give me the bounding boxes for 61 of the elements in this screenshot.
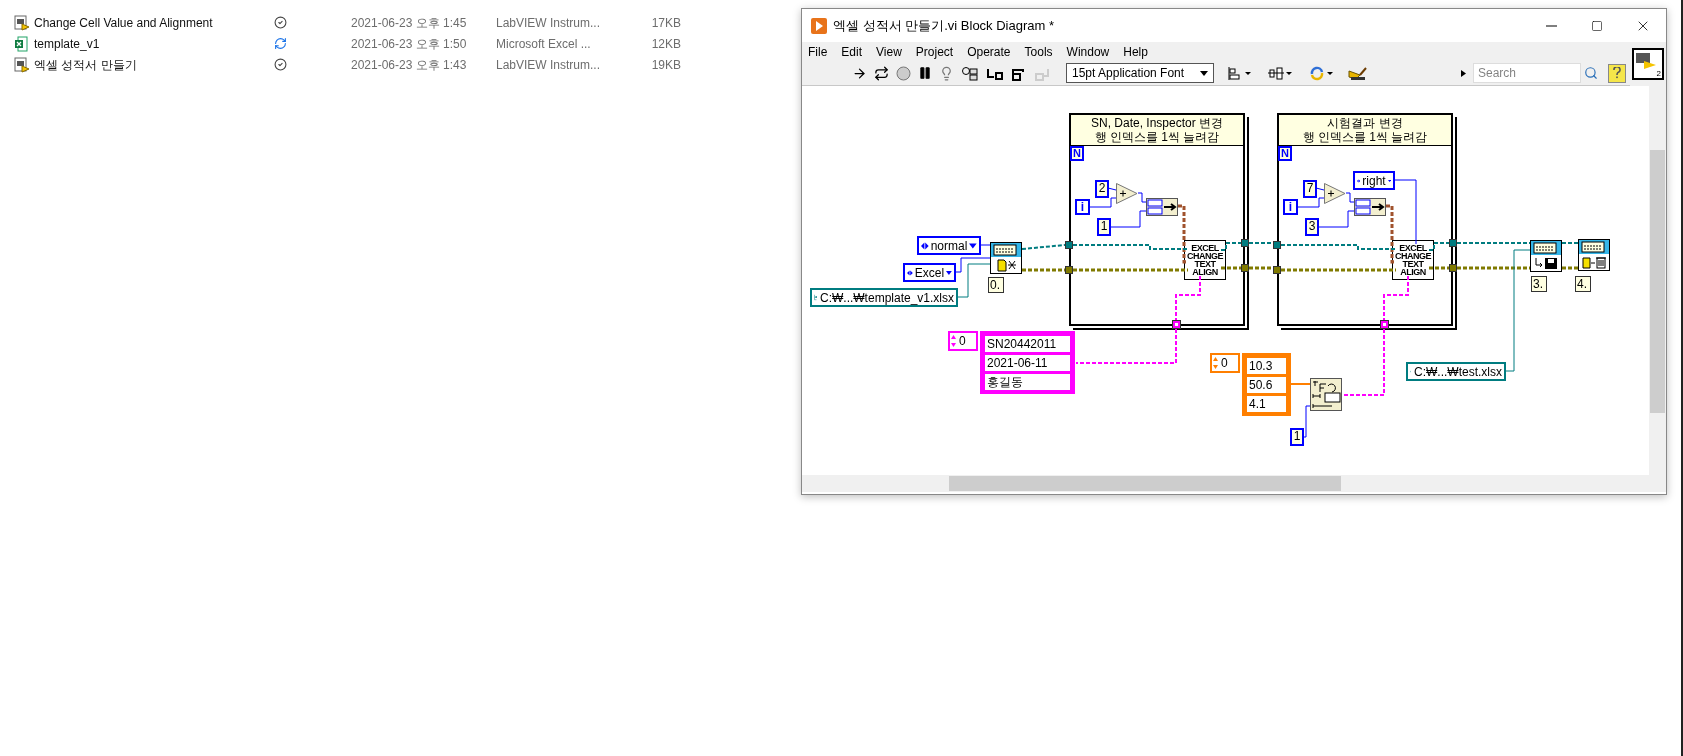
count-terminal: N (1070, 146, 1084, 161)
numeric-constant[interactable]: 7 (1303, 180, 1317, 198)
index-value: 0 (959, 335, 966, 347)
file-size: 12KB (650, 35, 681, 53)
file-name[interactable]: 엑셀 성적서 만들기 (34, 55, 274, 74)
step-label: 4. (1575, 276, 1591, 292)
enum-value: normal (930, 239, 968, 252)
array-index[interactable]: 0 (948, 331, 978, 351)
numeric-constant[interactable]: 1 (1290, 428, 1304, 446)
path-constant[interactable]: C:₩...₩test.xlsx (1406, 362, 1506, 381)
vi-icon[interactable]: 2 (1632, 48, 1664, 80)
count-terminal: N (1278, 146, 1292, 161)
file-type: LabVIEW Instrum... (496, 14, 602, 32)
array-element[interactable]: 홍길동 (985, 374, 1070, 390)
path-constant[interactable]: C:₩...₩template_v1.xlsx (810, 288, 958, 307)
step-label: 3. (1531, 276, 1547, 292)
step-label: 0. (988, 277, 1004, 293)
array-element[interactable]: 50.6 (1247, 377, 1286, 393)
file-name[interactable]: Change Cell Value and Alignment (34, 13, 274, 32)
enum-constant[interactable]: normal (917, 236, 981, 255)
loop-comment: 시험결과 변경 행 인덱스를 1씩 늘려감 (1279, 115, 1451, 146)
file-type: Microsoft Excel ... (496, 35, 592, 53)
array-index[interactable]: 0 (1210, 353, 1240, 373)
file-name[interactable]: template_v1 (34, 34, 274, 53)
index-value: 0 (1221, 357, 1228, 369)
path-value: C:₩...₩template_v1.xlsx (819, 291, 954, 304)
menu-item[interactable]: Help (1123, 42, 1148, 61)
modified-date: 2021-06-23 오후 1:50 (351, 35, 468, 53)
array-element[interactable]: 4.1 (1247, 396, 1286, 412)
menu-item[interactable]: Window (1066, 42, 1110, 61)
menu-item[interactable]: File (808, 42, 828, 61)
modified-date: 2021-06-23 오후 1:43 (351, 56, 468, 74)
search-field[interactable]: Search (1473, 63, 1581, 83)
connector-count-label: 2 (1656, 70, 1661, 78)
font-dropdown[interactable]: 15pt Application Font (1066, 63, 1214, 83)
enum-value: Excel (914, 266, 945, 279)
file-size: 17KB (650, 14, 681, 32)
array-element[interactable]: SN20442011 (985, 336, 1070, 352)
path-value: C:₩...₩test.xlsx (1414, 365, 1502, 378)
enum-constant[interactable]: Excel (903, 263, 956, 282)
menu-item[interactable]: Operate (967, 42, 1011, 61)
subvi-node[interactable]: EXCEL CHANGE TEXT ALIGN (1184, 240, 1226, 280)
subvi-node[interactable]: EXCEL CHANGE TEXT ALIGN (1392, 240, 1434, 280)
file-type: LabVIEW Instrum... (496, 56, 602, 74)
file-size: 19KB (650, 56, 681, 74)
window-title: 엑셀 성적서 만들기.vi Block Diagram * (833, 16, 1055, 35)
enum-constant[interactable]: right (1353, 171, 1395, 190)
array-element[interactable]: 2021-06-11 (985, 355, 1070, 371)
menu-item[interactable]: View (876, 42, 902, 61)
enum-value: right (1362, 174, 1386, 187)
menu-item[interactable]: Tools (1024, 42, 1053, 61)
numeric-constant[interactable]: 2 (1095, 180, 1109, 198)
menu-item[interactable]: Project (915, 42, 954, 61)
iteration-terminal: i (1075, 199, 1090, 215)
numeric-constant[interactable]: 3 (1305, 218, 1319, 236)
menu-item[interactable]: Edit (841, 42, 863, 61)
array-element[interactable]: 10.3 (1247, 358, 1286, 374)
iteration-terminal: i (1283, 199, 1298, 215)
modified-date: 2021-06-23 오후 1:45 (351, 14, 468, 32)
loop-comment: SN, Date, Inspector 변경 행 인덱스를 1씩 늘려감 (1071, 115, 1243, 146)
numeric-constant[interactable]: 1 (1097, 218, 1111, 236)
